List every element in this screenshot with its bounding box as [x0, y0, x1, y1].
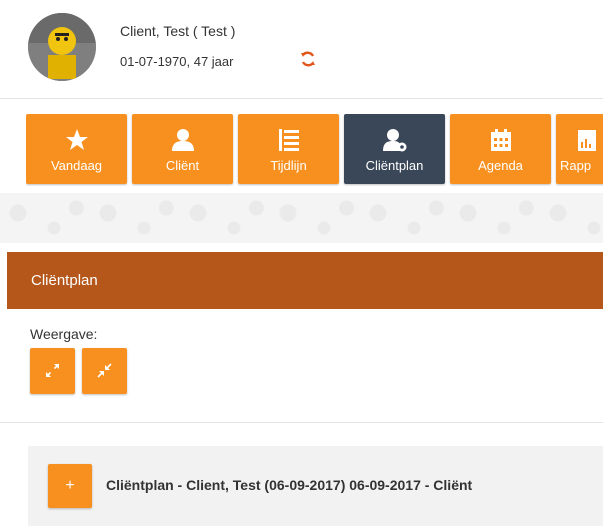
- calendar-icon: [489, 128, 513, 152]
- expand-icon: [46, 364, 59, 377]
- page: Client, Test ( Test ) 01-07-1970, 47 jaa…: [0, 0, 603, 526]
- tile-label: Cliëntplan: [365, 158, 424, 173]
- tile-label: Agenda: [478, 158, 523, 173]
- tile-client[interactable]: Cliënt: [132, 114, 233, 184]
- tile-clientplan[interactable]: Cliëntplan: [344, 114, 445, 184]
- tile-label: Vandaag: [50, 158, 103, 173]
- tile-agenda[interactable]: Agenda: [450, 114, 551, 184]
- avatar: [28, 13, 96, 81]
- client-dob-age: 01-07-1970, 47 jaar: [120, 54, 234, 69]
- star-icon: [65, 128, 89, 152]
- report-icon: [576, 128, 600, 152]
- section-header: Cliëntplan: [7, 252, 603, 309]
- view-label: Weergave:: [30, 326, 98, 342]
- user-icon: [171, 128, 195, 152]
- expand-button[interactable]: [30, 348, 75, 394]
- view-divider: [0, 422, 603, 423]
- section-title: Cliëntplan: [31, 272, 98, 289]
- tile-label: Rapp: [560, 158, 592, 173]
- refresh-icon[interactable]: [300, 51, 316, 67]
- decorative-pattern: [0, 193, 603, 243]
- collapse-icon: [97, 363, 112, 378]
- plan-add-button[interactable]: +: [48, 464, 92, 508]
- header-divider: [0, 98, 603, 99]
- main-toolbar: Vandaag Cliënt Tijdlijn Cliëntplan Agend…: [26, 114, 603, 186]
- tile-tijdlijn[interactable]: Tijdlijn: [238, 114, 339, 184]
- user-plan-icon: [382, 128, 407, 152]
- client-header: Client, Test ( Test ) 01-07-1970, 47 jaa…: [0, 0, 603, 98]
- tile-label: Cliënt: [165, 158, 200, 173]
- plan-title[interactable]: Cliëntplan - Client, Test (06-09-2017) 0…: [106, 477, 472, 493]
- tile-rapportage[interactable]: Rapp: [556, 114, 603, 184]
- tile-label: Tijdlijn: [270, 158, 307, 173]
- collapse-button[interactable]: [82, 348, 127, 394]
- plan-row: + Cliëntplan - Client, Test (06-09-2017)…: [28, 446, 603, 526]
- client-name: Client, Test ( Test ): [120, 23, 236, 39]
- list-icon: [277, 128, 301, 152]
- tile-vandaag[interactable]: Vandaag: [26, 114, 127, 184]
